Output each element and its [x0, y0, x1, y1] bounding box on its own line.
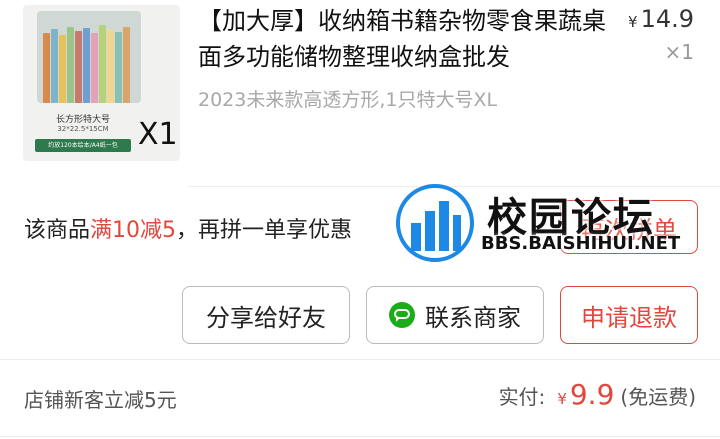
thumbnail-quantity: X1 [138, 117, 178, 152]
share-button[interactable]: 分享给好友 [182, 286, 350, 344]
paid-amount: 9.9 [569, 378, 615, 411]
chat-icon [389, 302, 415, 328]
thumbnail-caption: 长方形特大号 [55, 115, 110, 125]
refund-button[interactable]: 申请退款 [560, 286, 698, 344]
product-count: ×1 [664, 40, 694, 64]
watermark-logo-icon [396, 184, 474, 262]
payment-summary: 实付: ¥9.9 (免运费) [499, 378, 696, 411]
paid-currency: ¥ [557, 390, 567, 408]
promo-suffix: ，再拼一单享优惠 [176, 218, 353, 243]
product-thumbnail[interactable]: 长方形特大号 32*22.5*15CM 约放120本绘本/A4纸一包 X1 [23, 5, 180, 161]
storage-box-image [37, 11, 141, 103]
paid-label: 实付: [498, 385, 546, 409]
product-title[interactable]: 【加大厚】收纳箱书籍杂物零食果蔬桌面多功能储物整理收纳盒批发 [198, 3, 608, 75]
shipping-note: (免运费) [620, 385, 696, 409]
contact-seller-button[interactable]: 联系商家 [366, 286, 544, 344]
shop-discount: 店铺新客立减5元 [24, 388, 177, 412]
divider [0, 359, 720, 360]
promo-text: 该商品满10减5，再拼一单享优惠 [24, 212, 352, 244]
product-spec: 2023未来款高透方形,1只特大号XL [198, 89, 498, 111]
product-price: ¥14.9 [628, 5, 694, 33]
promo-prefix: 该商品 [24, 218, 91, 243]
divider [188, 186, 720, 187]
thumbnail-dimensions: 32*22.5*15CM [57, 125, 109, 133]
promo-highlight: 满10减5 [90, 218, 177, 243]
price-value: 14.9 [640, 5, 694, 33]
thumbnail-band: 约放120本绘本/A4纸一包 [35, 139, 131, 152]
contact-label: 联系商家 [425, 303, 521, 332]
divider [0, 436, 720, 437]
rebuy-button[interactable]: 再次拼单 [560, 200, 698, 254]
price-currency: ¥ [628, 13, 638, 31]
